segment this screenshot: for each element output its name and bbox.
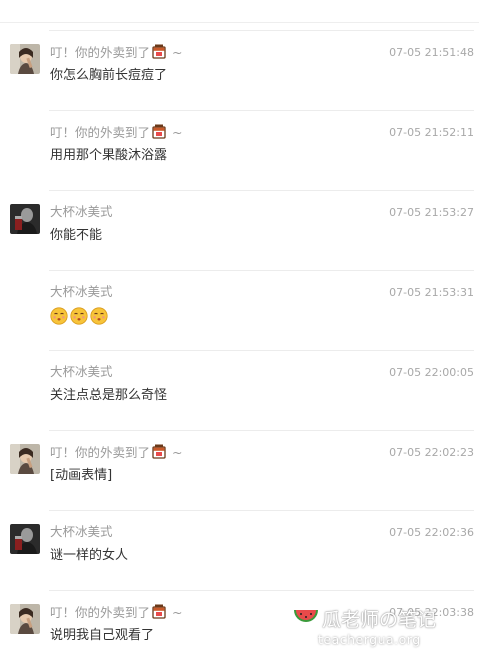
- watermelon-icon: [292, 604, 320, 632]
- message-text: 你怎么胸前长痘痘了: [50, 68, 168, 83]
- message-item[interactable]: 叮！你的外卖到了 ~ 07-05 21:51:48 你怎么胸前长痘痘了: [0, 30, 479, 110]
- sender-avatar[interactable]: [10, 44, 40, 74]
- message-timestamp: 07-05 22:02:23: [389, 446, 474, 459]
- kissing-face-icon: [70, 307, 90, 325]
- sender-name: 叮！你的外卖到了 ~: [50, 604, 183, 623]
- sender-name: 叮！你的外卖到了 ~: [50, 44, 183, 63]
- milk-tea-cup-icon: [151, 44, 167, 63]
- message-text: 关注点总是那么奇怪: [50, 388, 168, 403]
- message-divider: [49, 30, 474, 31]
- message-text: 说明我自己观看了: [50, 628, 155, 643]
- message-item[interactable]: 大杯冰美式 07-05 22:00:05 关注点总是那么奇怪: [0, 350, 479, 430]
- message-item[interactable]: 叮！你的外卖到了 ~ 07-05 21:52:11 用用那个果酸沐浴露: [0, 110, 479, 190]
- message-divider: [49, 510, 474, 511]
- message-divider: [49, 110, 474, 111]
- message-item[interactable]: 大杯冰美式 07-05 22:02:36 谜一样的女人: [0, 510, 479, 590]
- sender-avatar[interactable]: [10, 524, 40, 554]
- message-divider: [49, 190, 474, 191]
- milk-tea-cup-icon: [151, 124, 167, 143]
- watermark-title: 瓜老师の笔记: [322, 609, 437, 631]
- message-divider: [49, 350, 474, 351]
- kissing-face-icon: [50, 307, 70, 325]
- message-timestamp: 07-05 21:52:11: [389, 126, 474, 139]
- sender-avatar[interactable]: [10, 444, 40, 474]
- message-timestamp: 07-05 21:53:31: [389, 286, 474, 299]
- sender-name: 大杯冰美式: [50, 364, 113, 379]
- message-timestamp: 07-05 21:51:48: [389, 46, 474, 59]
- watermark: 瓜老师の笔记 teachergua.org: [292, 603, 472, 651]
- message-item[interactable]: 大杯冰美式 07-05 21:53:31: [0, 270, 479, 350]
- sender-avatar[interactable]: [10, 204, 40, 234]
- message-timestamp: 07-05 21:53:27: [389, 206, 474, 219]
- top-bar: [0, 0, 479, 23]
- message-timestamp: 07-05 22:02:36: [389, 526, 474, 539]
- message-timestamp: 07-05 22:00:05: [389, 366, 474, 379]
- sender-name: 大杯冰美式: [50, 524, 113, 539]
- message-text: 用用那个果酸沐浴露: [50, 148, 168, 163]
- watermark-url: teachergua.org: [318, 632, 421, 647]
- milk-tea-cup-icon: [151, 444, 167, 463]
- message-item[interactable]: 大杯冰美式 07-05 21:53:27 你能不能: [0, 190, 479, 270]
- milk-tea-cup-icon: [151, 604, 167, 623]
- message-emoji: [50, 307, 110, 326]
- message-divider: [49, 270, 474, 271]
- sender-avatar[interactable]: [10, 604, 40, 634]
- sender-name: 叮！你的外卖到了 ~: [50, 124, 183, 143]
- message-item[interactable]: 叮！你的外卖到了 ~ 07-05 22:02:23 [动画表情]: [0, 430, 479, 510]
- message-text: 谜一样的女人: [50, 548, 129, 563]
- sender-name: 大杯冰美式: [50, 284, 113, 299]
- message-text: 你能不能: [50, 228, 103, 243]
- message-text: [动画表情]: [50, 468, 113, 483]
- sender-name: 叮！你的外卖到了 ~: [50, 444, 183, 463]
- message-divider: [49, 590, 474, 591]
- kissing-face-icon: [90, 307, 110, 325]
- sender-name: 大杯冰美式: [50, 204, 113, 219]
- message-divider: [49, 430, 474, 431]
